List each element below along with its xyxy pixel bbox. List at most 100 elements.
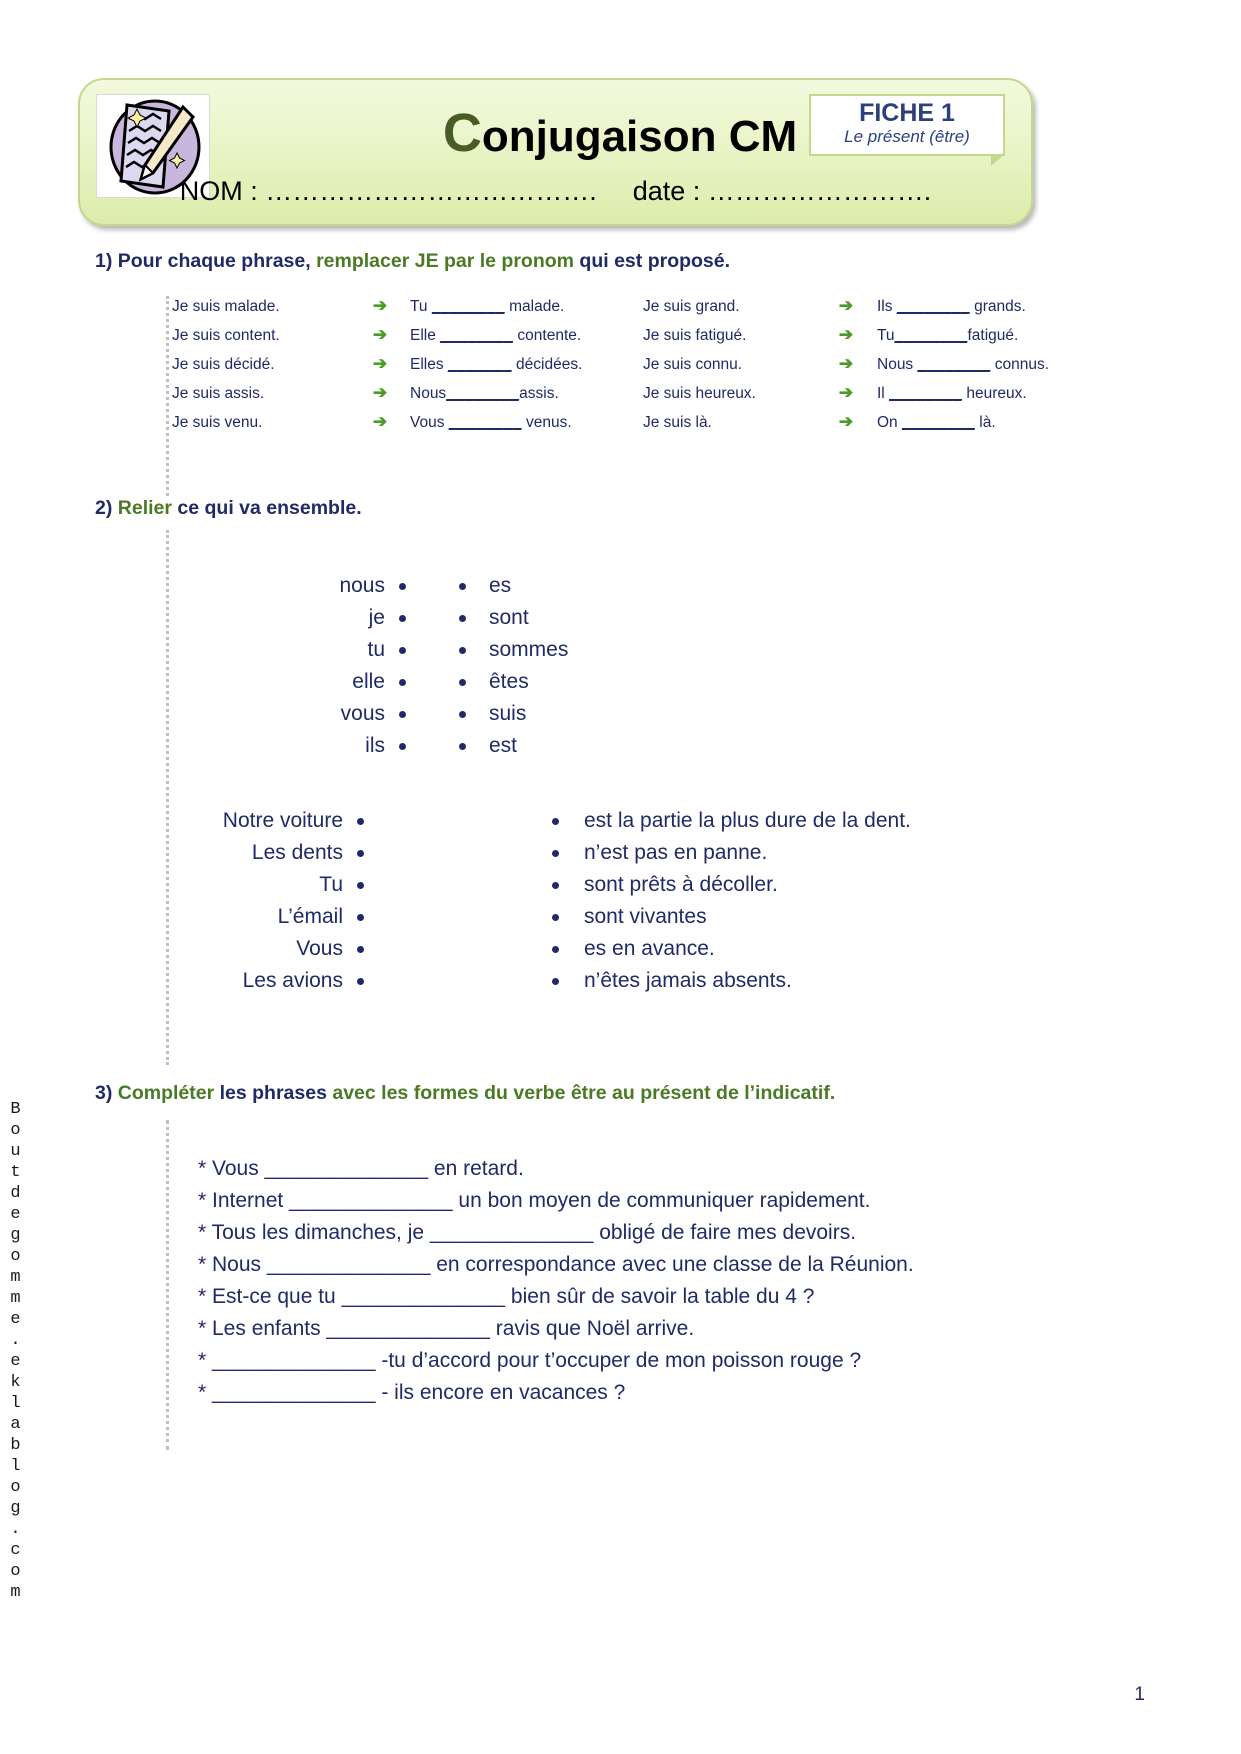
fill-in-sentence[interactable]: * Les enfants ______________ ravis que N…: [198, 1317, 914, 1349]
verb-right[interactable]: êtes: [489, 670, 529, 694]
date-field[interactable]: date : …………………….: [633, 176, 932, 206]
title-initial: C: [442, 103, 482, 163]
target-sentence[interactable]: Nous ________ connus.: [877, 354, 1049, 383]
exercise-2-rest: ce qui va ensemble.: [171, 497, 362, 519]
connector-dot-right[interactable]: [552, 809, 584, 833]
arrow-icon: ➔: [838, 412, 854, 431]
predicate-right[interactable]: n’est pas en panne.: [584, 841, 767, 865]
target-sentence[interactable]: Ils ________ grands.: [877, 296, 1049, 325]
predicate-right[interactable]: sont vivantes: [584, 905, 707, 929]
exercise-3-number: 3): [95, 1082, 113, 1104]
connector-dot-right[interactable]: [459, 606, 489, 630]
pronoun-left[interactable]: tu: [230, 638, 399, 662]
fill-in-sentence[interactable]: * Vous ______________ en retard.: [198, 1157, 914, 1189]
match-row: Les dents n’est pas en panne.: [178, 837, 911, 869]
target-sentence[interactable]: Il ________ heureux.: [877, 383, 1049, 412]
source-sentence: Je suis là.: [643, 414, 712, 431]
connector-dot-right[interactable]: [552, 841, 584, 865]
subject-left[interactable]: Vous: [178, 937, 357, 961]
connector-dot-left[interactable]: [357, 841, 552, 865]
fill-in-sentence[interactable]: * Tous les dimanches, je ______________ …: [198, 1221, 914, 1253]
exercise-3-sentences: * Vous ______________ en retard. * Inter…: [198, 1157, 914, 1413]
subject-left[interactable]: Les avions: [178, 969, 357, 993]
pronoun-matching-group: nous es je sont tu sommes elle êtes vous…: [230, 570, 568, 762]
target-sentence[interactable]: Elle ________ contente.: [410, 325, 643, 354]
connector-dot-left[interactable]: [399, 574, 459, 598]
target-sentence[interactable]: Tu________fatigué.: [877, 325, 1049, 354]
arrow-icon: ➔: [838, 383, 854, 402]
connector-dot-left[interactable]: [399, 606, 459, 630]
connector-dot-right[interactable]: [552, 873, 584, 897]
target-sentence[interactable]: On ________ là.: [877, 412, 1049, 441]
exercise-3-object: les phrases: [219, 1082, 327, 1104]
match-row: je sont: [230, 602, 568, 634]
exercise-3-verb: Compléter: [117, 1082, 215, 1104]
verb-right[interactable]: est: [489, 734, 517, 758]
connector-dot-left[interactable]: [399, 702, 459, 726]
connector-dot-right[interactable]: [552, 969, 584, 993]
target-sentence[interactable]: Elles _______ décidées.: [410, 354, 643, 383]
fill-in-sentence[interactable]: * ______________ - ils encore en vacance…: [198, 1381, 914, 1413]
connector-dot-left[interactable]: [399, 638, 459, 662]
source-sentence: Je suis connu.: [643, 356, 743, 373]
connector-dot-right[interactable]: [552, 905, 584, 929]
connector-dot-right[interactable]: [459, 574, 489, 598]
connector-dot-left[interactable]: [357, 809, 552, 833]
subject-left[interactable]: L’émail: [178, 905, 357, 929]
nom-field[interactable]: NOM : ……………………………….: [180, 176, 597, 206]
connector-dot-right[interactable]: [459, 702, 489, 726]
fill-in-sentence[interactable]: * Internet ______________ un bon moyen d…: [198, 1189, 914, 1221]
verb-right[interactable]: suis: [489, 702, 526, 726]
connector-dot-left[interactable]: [357, 873, 552, 897]
page-number: 1: [1134, 1684, 1145, 1705]
subject-left[interactable]: Tu: [178, 873, 357, 897]
dotted-guide-3: [166, 1120, 172, 1450]
table-row: Je suis décidé. ➔ Elles _______ décidées…: [172, 354, 1049, 383]
target-sentence[interactable]: Nous________assis.: [410, 383, 643, 412]
fill-in-sentence[interactable]: * Nous ______________ en correspondance …: [198, 1253, 914, 1285]
pronoun-left[interactable]: je: [230, 606, 399, 630]
connector-dot-left[interactable]: [399, 670, 459, 694]
match-row: nous es: [230, 570, 568, 602]
connector-dot-right[interactable]: [552, 937, 584, 961]
arrow-icon: ➔: [838, 325, 854, 344]
fill-in-sentence[interactable]: * ______________ -tu d’accord pour t’occ…: [198, 1349, 914, 1381]
pronoun-left[interactable]: ils: [230, 734, 399, 758]
subject-left[interactable]: Les dents: [178, 841, 357, 865]
arrow-icon: ➔: [372, 383, 388, 402]
table-row: Je suis venu. ➔ Vous ________ venus. Je …: [172, 412, 1049, 441]
source-sentence: Je suis grand.: [643, 298, 740, 315]
source-sentence: Je suis heureux.: [643, 385, 756, 402]
source-sentence: Je suis venu.: [172, 414, 263, 431]
fill-in-sentence[interactable]: * Est-ce que tu ______________ bien sûr …: [198, 1285, 914, 1317]
predicate-right[interactable]: est la partie la plus dure de la dent.: [584, 809, 911, 833]
verb-right[interactable]: sont: [489, 606, 529, 630]
exercise-2-number: 2): [95, 497, 113, 519]
subject-left[interactable]: Notre voiture: [178, 809, 357, 833]
student-fields: NOM : ………………………………. date : …………………….: [80, 176, 1031, 207]
verb-right[interactable]: sommes: [489, 638, 568, 662]
connector-dot-left[interactable]: [357, 905, 552, 929]
predicate-right[interactable]: n’êtes jamais absents.: [584, 969, 792, 993]
connector-dot-right[interactable]: [459, 638, 489, 662]
pronoun-left[interactable]: elle: [230, 670, 399, 694]
exercise-3-heading: 3) Compléter les phrases avec les formes…: [95, 1082, 835, 1105]
connector-dot-left[interactable]: [357, 969, 552, 993]
pronoun-left[interactable]: vous: [230, 702, 399, 726]
connector-dot-right[interactable]: [459, 670, 489, 694]
exercise-1-heading: 1) Pour chaque phrase, remplacer JE par …: [95, 250, 730, 273]
pronoun-left[interactable]: nous: [230, 574, 399, 598]
connector-dot-left[interactable]: [357, 937, 552, 961]
verb-right[interactable]: es: [489, 574, 511, 598]
source-sentence: Je suis content.: [172, 327, 280, 344]
match-row: Les avions n’êtes jamais absents.: [178, 965, 911, 997]
predicate-right[interactable]: sont prêts à décoller.: [584, 873, 778, 897]
target-sentence[interactable]: Tu ________ malade.: [410, 296, 643, 325]
target-sentence[interactable]: Vous ________ venus.: [410, 412, 643, 441]
connector-dot-left[interactable]: [399, 734, 459, 758]
predicate-right[interactable]: es en avance.: [584, 937, 715, 961]
connector-dot-right[interactable]: [459, 734, 489, 758]
exercise-1-part2: remplacer JE par le pronom: [316, 250, 575, 272]
match-row: elle êtes: [230, 666, 568, 698]
dotted-guide-2: [166, 530, 172, 1065]
